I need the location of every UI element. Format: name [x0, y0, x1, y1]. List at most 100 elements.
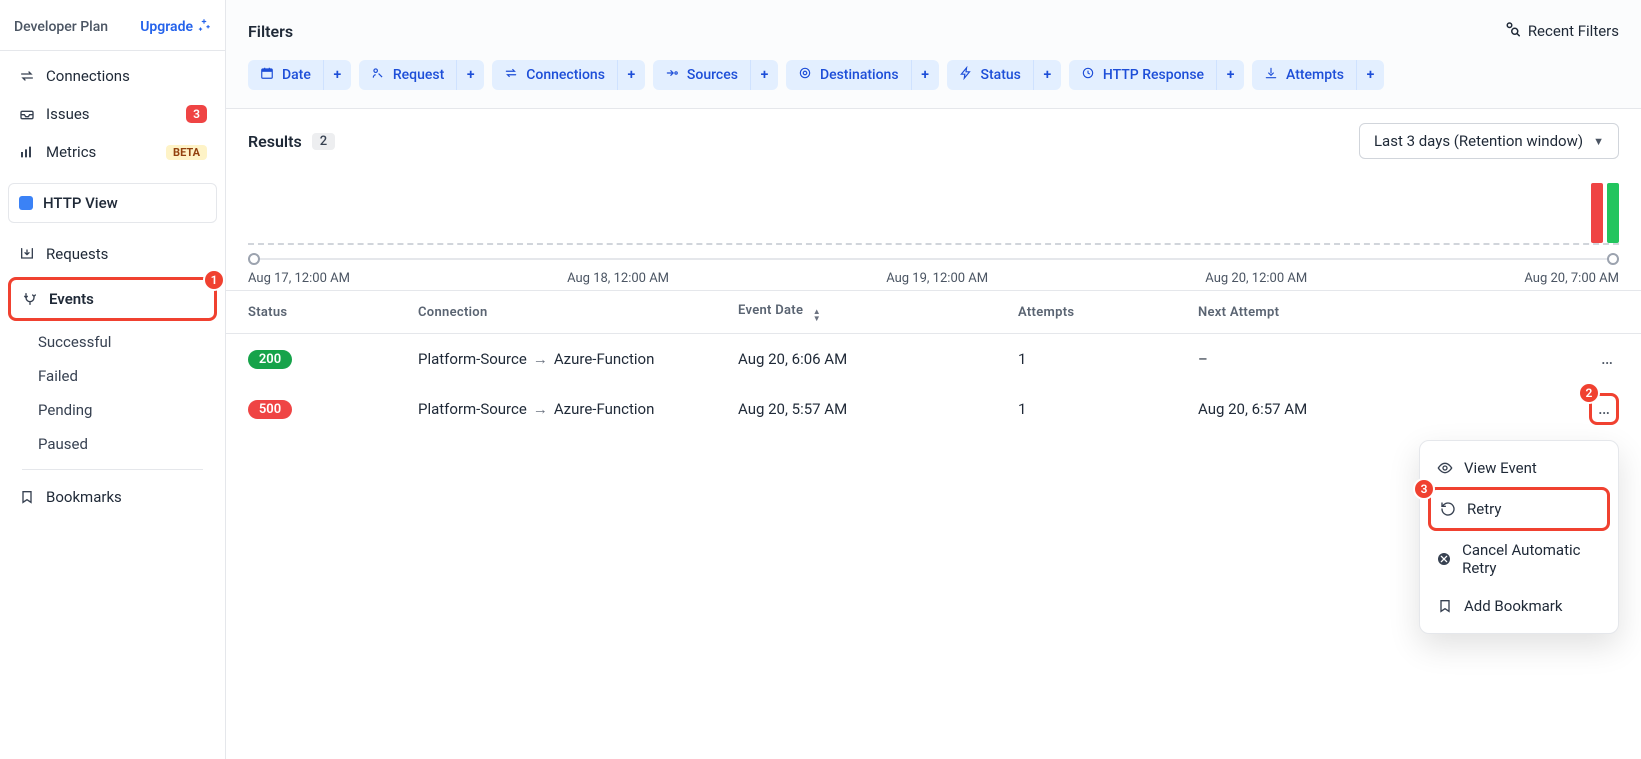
filter-chip-request[interactable]: Request	[359, 60, 456, 90]
cell-connection: Platform-Source→Azure-Function	[418, 350, 738, 368]
plan-label: Developer Plan	[14, 19, 108, 35]
table-header: Status Connection Event Date ▲▼ Attempts…	[226, 290, 1641, 334]
annotation-2: 2	[1578, 382, 1600, 404]
filter-chip-http-response[interactable]: HTTP Response	[1069, 60, 1216, 90]
time-range-dropdown[interactable]: Last 3 days (Retention window) ▼	[1359, 123, 1619, 159]
ctx-label: View Event	[1464, 459, 1537, 477]
chip-label: Attempts	[1286, 67, 1344, 83]
sidebar: Developer Plan Upgrade Connections Issue…	[0, 0, 226, 759]
nav-events-paused[interactable]: Paused	[8, 427, 217, 461]
timeline-labels: Aug 17, 12:00 AMAug 18, 12:00 AMAug 19, …	[226, 271, 1641, 286]
timeline-chart	[226, 173, 1641, 269]
download-icon	[18, 246, 36, 262]
branch-icon	[21, 291, 39, 307]
col-status[interactable]: Status	[248, 305, 418, 320]
ctx-label: Cancel Automatic Retry	[1462, 541, 1602, 577]
http-response-icon	[1081, 66, 1095, 84]
main: Filters Recent Filters Date+Request+Conn…	[226, 0, 1641, 759]
chip-label: Status	[981, 67, 1021, 83]
nav-label: Metrics	[46, 143, 96, 161]
chart-range-slider[interactable]	[248, 251, 1619, 269]
status-icon	[959, 66, 973, 84]
filter-chip-request-add[interactable]: +	[456, 60, 484, 90]
nav-label: Requests	[46, 245, 108, 263]
search-person-icon	[1502, 20, 1520, 42]
recent-filters-label: Recent Filters	[1528, 22, 1619, 40]
filter-chip-destinations[interactable]: Destinations	[786, 60, 911, 90]
filter-chip-status[interactable]: Status	[947, 60, 1033, 90]
annotation-3: 3	[1413, 478, 1435, 500]
attempts-icon	[1264, 66, 1278, 84]
results-count: 2	[312, 133, 335, 150]
arrows-icon	[18, 68, 36, 84]
nav-metrics[interactable]: Metrics BETA	[8, 133, 217, 171]
ctx-add-bookmark[interactable]: Add Bookmark	[1428, 587, 1610, 625]
filter-chip-sources-add[interactable]: +	[750, 60, 778, 90]
bookmark-icon	[1436, 598, 1454, 614]
nav-events-successful[interactable]: Successful	[8, 325, 217, 359]
nav-events-pending[interactable]: Pending	[8, 393, 217, 427]
chip-label: Date	[282, 67, 311, 83]
col-connection[interactable]: Connection	[418, 305, 738, 320]
nav-events[interactable]: Events 1	[8, 277, 217, 321]
chip-label: Request	[393, 67, 444, 83]
timeline-tick: Aug 20, 12:00 AM	[1205, 271, 1307, 286]
ctx-view-event[interactable]: View Event	[1428, 449, 1610, 487]
recent-filters-button[interactable]: Recent Filters	[1502, 20, 1619, 42]
nav-bookmarks[interactable]: Bookmarks	[8, 478, 217, 516]
ctx-retry[interactable]: 3 Retry	[1428, 487, 1610, 531]
plan-row: Developer Plan Upgrade	[0, 8, 225, 51]
filter-chip-destinations-add[interactable]: +	[911, 60, 939, 90]
chart-bar-failed	[1591, 183, 1603, 243]
status-pill: 500	[248, 400, 292, 419]
sort-icon: ▲▼	[813, 308, 821, 322]
filter-chip-attempts[interactable]: Attempts	[1252, 60, 1356, 90]
nav-connections[interactable]: Connections	[8, 57, 217, 95]
upgrade-label: Upgrade	[140, 19, 193, 35]
cell-attempts: 1	[1018, 350, 1198, 368]
filter-chip-connections[interactable]: Connections	[492, 60, 617, 90]
cell-next-attempt: Aug 20, 6:57 AM	[1198, 400, 1538, 418]
chip-label: HTTP Response	[1103, 67, 1204, 83]
slider-handle-left[interactable]	[248, 253, 260, 265]
nav-http-view[interactable]: HTTP View	[8, 183, 217, 223]
ctx-label: Retry	[1467, 500, 1501, 518]
table-row[interactable]: 200Platform-Source→Azure-FunctionAug 20,…	[226, 334, 1641, 384]
filter-chip-attempts-add[interactable]: +	[1356, 60, 1384, 90]
eye-icon	[1436, 460, 1454, 476]
col-next-attempt[interactable]: Next Attempt	[1198, 305, 1538, 320]
connections-icon	[504, 66, 518, 84]
row-more-button[interactable]: 2…	[1589, 393, 1619, 425]
filter-chip-status-add[interactable]: +	[1033, 60, 1061, 90]
divider	[22, 469, 203, 470]
filter-chip-date[interactable]: Date	[248, 60, 323, 90]
slider-handle-right[interactable]	[1607, 253, 1619, 265]
upgrade-sparkle-icon	[197, 18, 211, 36]
nav-label: HTTP View	[43, 194, 118, 212]
status-pill: 200	[248, 350, 292, 369]
filter-chip-row: Date+Request+Connections+Sources+Destina…	[248, 60, 1619, 90]
request-icon	[371, 66, 385, 84]
col-event-date[interactable]: Event Date ▲▼	[738, 303, 1018, 322]
nav-label: Issues	[46, 105, 90, 123]
chart-bar-successful	[1607, 183, 1619, 243]
row-more-button[interactable]: …	[1595, 346, 1619, 372]
table-body: 200 Platform-Source→Azure-Function Aug 20,…	[226, 334, 1641, 434]
filter-chip-connections-add[interactable]: +	[617, 60, 645, 90]
filter-chip-date-add[interactable]: +	[323, 60, 351, 90]
square-icon	[19, 196, 33, 210]
sources-icon	[665, 66, 679, 84]
table-row[interactable]: 500Platform-Source→Azure-FunctionAug 20,…	[226, 384, 1641, 434]
row-context-menu: View Event 3 Retry Cancel Automatic Retr…	[1419, 440, 1619, 634]
col-attempts[interactable]: Attempts	[1018, 305, 1198, 320]
nav-events-failed[interactable]: Failed	[8, 359, 217, 393]
filter-chip-http-response-add[interactable]: +	[1216, 60, 1244, 90]
filter-chip-sources[interactable]: Sources	[653, 60, 750, 90]
nav-issues[interactable]: Issues 3	[8, 95, 217, 133]
chip-label: Destinations	[820, 67, 899, 83]
upgrade-link[interactable]: Upgrade	[140, 18, 211, 36]
ctx-cancel-auto-retry[interactable]: Cancel Automatic Retry	[1428, 531, 1610, 587]
annotation-1: 1	[203, 269, 225, 291]
results-bar: Results 2 Last 3 days (Retention window)…	[226, 109, 1641, 173]
nav-requests[interactable]: Requests	[8, 235, 217, 273]
